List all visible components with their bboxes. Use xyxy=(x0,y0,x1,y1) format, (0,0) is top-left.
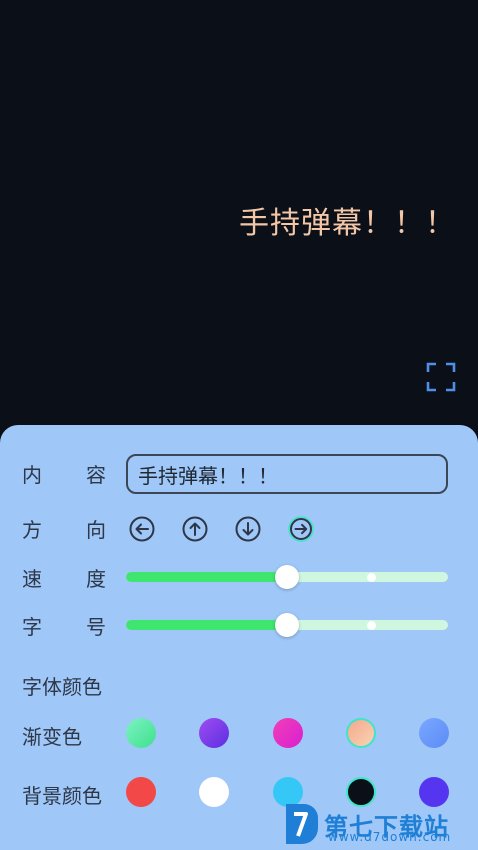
content-label-char-2: 容 xyxy=(86,463,106,487)
speed-label: 速 度 xyxy=(22,563,106,592)
content-label: 内 容 xyxy=(22,459,106,488)
watermark-logo-icon xyxy=(286,804,318,844)
gradient-row: 渐变色 xyxy=(22,721,82,750)
speed-slider[interactable] xyxy=(126,565,448,589)
gradient-swatch-1[interactable] xyxy=(126,718,156,748)
font-color-row: 字体颜色 xyxy=(22,671,102,700)
arrow-up-icon xyxy=(182,516,208,542)
background-color-row: 背景颜色 xyxy=(22,780,102,809)
font-size-slider-thumb[interactable] xyxy=(275,613,299,637)
background-color-swatch-2[interactable] xyxy=(199,777,229,807)
content-input-value: 手持弹幕！！！ xyxy=(138,463,278,488)
gradient-swatch-2[interactable] xyxy=(199,718,229,748)
content-input[interactable]: 手持弹幕！！！ xyxy=(126,454,448,494)
danmaku-text: 手持弹幕！！！ xyxy=(239,206,456,241)
font-size-label-char-1: 字 xyxy=(22,615,42,639)
direction-up-button[interactable] xyxy=(182,516,208,542)
font-color-label: 字体颜色 xyxy=(22,675,102,699)
speed-row: 速 度 xyxy=(22,563,106,592)
fullscreen-icon xyxy=(426,362,456,392)
arrow-left-icon xyxy=(129,516,155,542)
background-color-label: 背景颜色 xyxy=(22,784,102,808)
direction-right-button[interactable] xyxy=(288,516,314,542)
gradient-swatch-3[interactable] xyxy=(273,718,303,748)
gradient-swatch-4[interactable] xyxy=(346,718,376,748)
arrow-right-icon xyxy=(288,516,314,542)
content-label-char-1: 内 xyxy=(22,463,42,487)
danmaku-preview: 手持弹幕！！！ xyxy=(0,0,478,425)
content-row: 内 容 xyxy=(22,459,106,488)
direction-label-char-1: 方 xyxy=(22,518,42,542)
gradient-label: 渐变色 xyxy=(22,725,82,749)
direction-label-char-2: 向 xyxy=(86,518,106,542)
direction-down-button[interactable] xyxy=(235,516,261,542)
background-color-swatch-1[interactable] xyxy=(126,777,156,807)
font-size-label: 字 号 xyxy=(22,611,106,640)
speed-label-char-1: 速 xyxy=(22,567,42,591)
direction-row: 方 向 xyxy=(22,514,106,543)
font-size-slider-secondary-marker xyxy=(366,621,376,630)
fullscreen-button[interactable] xyxy=(426,362,456,392)
font-size-slider-fill xyxy=(126,620,287,630)
direction-left-button[interactable] xyxy=(129,516,155,542)
watermark: 第七下载站 www.d7down.com xyxy=(282,798,478,850)
settings-panel: 内 容 手持弹幕！！！ 方 向 速 度 字 号 字体颜色 渐变色 背景颜色 xyxy=(0,425,478,850)
speed-slider-fill xyxy=(126,572,287,582)
speed-label-char-2: 度 xyxy=(86,567,106,591)
speed-slider-thumb[interactable] xyxy=(275,565,299,589)
font-size-slider[interactable] xyxy=(126,613,448,637)
font-size-row: 字 号 xyxy=(22,611,106,640)
font-size-label-char-2: 号 xyxy=(86,615,106,639)
direction-label: 方 向 xyxy=(22,514,106,543)
gradient-swatch-5[interactable] xyxy=(419,718,449,748)
watermark-url: www.d7down.com xyxy=(328,830,452,844)
speed-slider-secondary-marker xyxy=(366,573,376,582)
arrow-down-icon xyxy=(235,516,261,542)
